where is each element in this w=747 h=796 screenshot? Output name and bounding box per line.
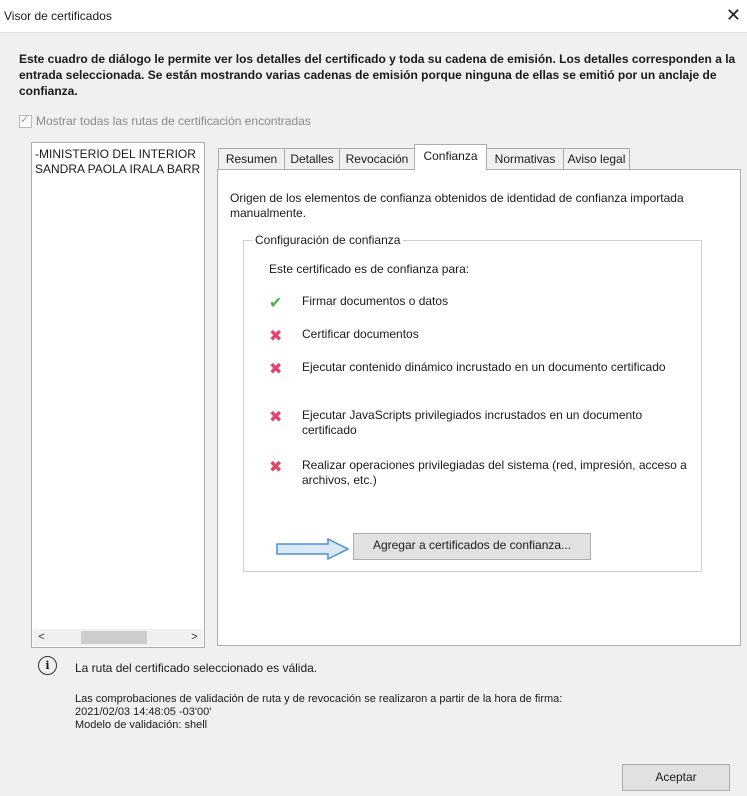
permission-item: ✖ Realizar operaciones privilegiadas del… bbox=[269, 458, 692, 488]
tab-revocacion[interactable]: Revocación bbox=[339, 148, 415, 169]
permission-item: ✖ Ejecutar contenido dinámico incrustado… bbox=[269, 360, 692, 378]
trust-origin-text: Origen de los elementos de confianza obt… bbox=[230, 191, 684, 220]
permission-item: ✖ Certificar documentos bbox=[269, 327, 692, 345]
permission-item: ✖ Ejecutar JavaScripts privilegiados inc… bbox=[269, 408, 692, 438]
dialog-description: Este cuadro de diálogo le permite ver lo… bbox=[19, 52, 736, 98]
checkbox-icon[interactable] bbox=[19, 113, 32, 128]
accept-button[interactable]: Aceptar bbox=[622, 764, 730, 791]
permission-label: Ejecutar JavaScripts privilegiados incru… bbox=[302, 408, 643, 437]
close-icon[interactable]: ✕ bbox=[726, 5, 741, 25]
check-icon: ✔ bbox=[269, 295, 283, 312]
certificate-tree[interactable]: -MINISTERIO DEL INTERIOR SANDRA PAOLA IR… bbox=[31, 142, 205, 648]
validation-line: Las comprobaciones de validación de ruta… bbox=[75, 693, 563, 705]
x-icon: ✖ bbox=[269, 361, 283, 378]
permission-label: Certificar documentos bbox=[302, 327, 419, 341]
tab-confianza[interactable]: Confianza bbox=[414, 144, 487, 170]
tree-item[interactable]: -MINISTERIO DEL INTERIOR bbox=[32, 147, 204, 162]
horizontal-scrollbar[interactable]: < > bbox=[33, 629, 203, 646]
add-to-trusted-button[interactable]: Agregar a certificados de confianza... bbox=[353, 533, 591, 560]
permission-label: Ejecutar contenido dinámico incrustado e… bbox=[302, 360, 666, 374]
x-icon: ✖ bbox=[269, 328, 283, 345]
permission-label: Realizar operaciones privilegiadas del s… bbox=[302, 458, 687, 487]
tab-resumen[interactable]: Resumen bbox=[218, 148, 285, 169]
arrow-annotation-icon bbox=[276, 538, 350, 560]
tab-normativas[interactable]: Normativas bbox=[486, 148, 564, 169]
window-title: Visor de certificados bbox=[4, 9, 112, 23]
show-all-paths-label: Mostrar todas las rutas de certificación… bbox=[36, 114, 311, 128]
permission-item: ✔ Firmar documentos o datos bbox=[269, 294, 692, 312]
tab-aviso-legal[interactable]: Aviso legal bbox=[563, 148, 630, 169]
path-valid-text: La ruta del certificado seleccionado es … bbox=[75, 661, 318, 675]
trust-settings-group: Configuración de confianza Este certific… bbox=[243, 233, 702, 572]
trusted-for-label: Este certificado es de confianza para: bbox=[269, 262, 470, 276]
trust-panel: Origen de los elementos de confianza obt… bbox=[217, 169, 741, 646]
title-bar: Visor de certificados ✕ bbox=[0, 0, 747, 33]
tree-item[interactable]: SANDRA PAOLA IRALA BARR bbox=[32, 162, 204, 177]
validation-model: Modelo de validación: shell bbox=[75, 719, 208, 731]
x-icon: ✖ bbox=[269, 409, 283, 426]
validation-details: Las comprobaciones de validación de ruta… bbox=[75, 693, 562, 732]
tab-detalles[interactable]: Detalles bbox=[284, 148, 340, 169]
scroll-right-icon[interactable]: > bbox=[186, 629, 203, 646]
scroll-thumb[interactable] bbox=[81, 631, 147, 644]
info-icon: i bbox=[38, 656, 57, 675]
permission-label: Firmar documentos o datos bbox=[302, 294, 449, 308]
x-icon: ✖ bbox=[269, 459, 283, 476]
trust-settings-label: Configuración de confianza bbox=[252, 233, 404, 247]
scroll-left-icon[interactable]: < bbox=[33, 629, 50, 646]
validation-timestamp: 2021/02/03 14:48:05 -03'00' bbox=[75, 706, 212, 718]
show-all-paths-checkbox[interactable]: Mostrar todas las rutas de certificación… bbox=[19, 113, 311, 128]
